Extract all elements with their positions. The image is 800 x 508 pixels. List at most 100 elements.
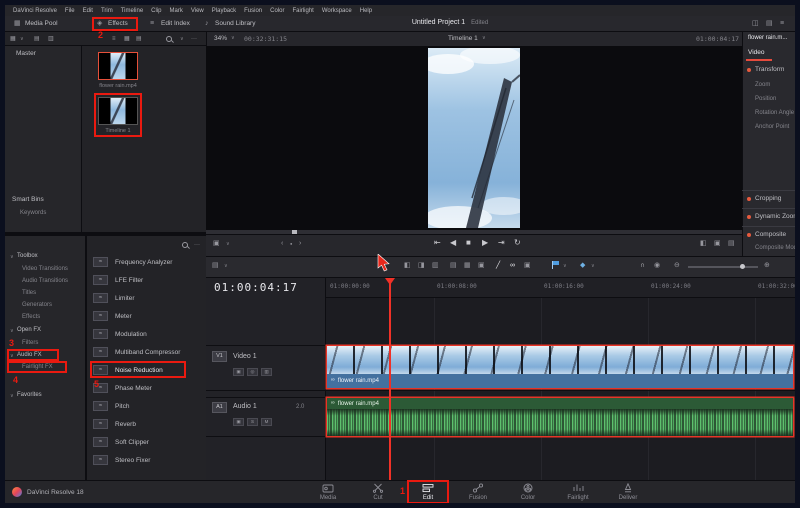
match-frame-icon[interactable]: ◧ — [700, 240, 707, 247]
viewer-options-icon[interactable]: ▤ — [728, 240, 735, 247]
zoom-out-icon[interactable]: ⊖ — [674, 262, 680, 269]
tree-favorites[interactable]: Favorites — [17, 392, 42, 398]
tree-audio-transitions[interactable]: Audio Transitions — [22, 278, 68, 284]
edit-index-button[interactable]: Edit Index — [161, 20, 190, 27]
menu-item-app[interactable]: DaVinci Resolve — [13, 8, 57, 14]
grab-still-icon[interactable]: ▣ — [714, 240, 721, 247]
chevron-down-icon[interactable]: ∨ — [10, 354, 14, 359]
trim-edit-mode-icon[interactable]: ◧ — [404, 262, 411, 269]
page-tab-color[interactable]: Color — [513, 483, 543, 501]
chevron-down-icon[interactable]: ∨ — [226, 242, 230, 247]
jog-left-icon[interactable]: ‹ — [281, 240, 283, 247]
playhead[interactable] — [389, 278, 391, 480]
tree-fairlight-fx[interactable]: Fairlight FX — [22, 364, 53, 370]
viewer-zoom-select[interactable]: 34% — [214, 35, 227, 42]
media-thumb-timeline-1[interactable] — [98, 97, 138, 125]
mixer-panel-icon[interactable]: ◫ — [752, 20, 759, 27]
timeline-zoom-slider[interactable] — [688, 266, 758, 268]
media-thumb-flower-rain[interactable] — [98, 52, 138, 80]
media-search-icon[interactable] — [166, 36, 172, 42]
tree-open-fx[interactable]: Open FX — [17, 327, 41, 333]
menu-item-fusion[interactable]: Fusion — [244, 8, 262, 14]
menu-item-color[interactable]: Color — [270, 8, 284, 14]
jump-start-button[interactable]: ⇤ — [434, 239, 441, 247]
track-name-audio-1[interactable]: Audio 1 — [233, 403, 257, 410]
snapping-icon[interactable]: ∩ — [640, 262, 645, 269]
strip-view-icon[interactable]: ▤ — [136, 36, 142, 42]
timeline-display-mode-icon[interactable]: ▣ — [213, 240, 220, 247]
replace-clip-icon[interactable]: ▣ — [478, 262, 485, 269]
flag-chevron-icon[interactable]: ∨ — [563, 264, 567, 269]
effects-search-icon[interactable] — [182, 242, 188, 248]
track-lock-icon[interactable]: ▣ — [233, 368, 244, 376]
video-clip-flower-rain[interactable]: ∞ flower rain.mp4 — [327, 346, 793, 388]
page-tab-fairlight[interactable]: Fairlight — [563, 483, 593, 501]
dynamic-zoom-enable-toggle[interactable] — [747, 215, 751, 219]
thumbnail-view-icon[interactable]: ▦ — [124, 36, 130, 42]
tree-video-transitions[interactable]: Video Transitions — [22, 266, 68, 272]
inspector-section-composite[interactable]: Composite — [755, 231, 786, 238]
jog-right-icon[interactable]: › — [299, 240, 301, 247]
flag-icon[interactable] — [552, 261, 560, 269]
media-thumb-label[interactable]: flower rain.mp4 — [92, 83, 144, 89]
mute-button[interactable]: M — [261, 418, 272, 426]
chevron-down-icon[interactable]: ∨ — [231, 36, 235, 41]
menu-item-mark[interactable]: Mark — [170, 8, 183, 14]
chevron-down-icon[interactable]: ∨ — [482, 36, 486, 41]
jump-end-button[interactable]: ⇥ — [498, 239, 505, 247]
viewer-timeline-select[interactable]: Timeline 1 — [448, 35, 478, 42]
marker-icon[interactable]: ◆ — [580, 262, 585, 269]
page-tab-deliver[interactable]: Deliver — [613, 483, 643, 501]
page-tab-fusion[interactable]: Fusion — [463, 483, 493, 501]
overwrite-clip-icon[interactable]: ▦ — [464, 262, 471, 269]
menu-item-view[interactable]: View — [191, 8, 204, 14]
bin-view-chevron-icon[interactable]: ∨ — [20, 37, 24, 42]
track-badge-v1[interactable]: V1 — [212, 351, 227, 362]
menu-item-file[interactable]: File — [65, 8, 75, 14]
link-clips-icon[interactable]: ∞ — [510, 262, 515, 269]
zoom-in-icon[interactable]: ⊕ — [764, 262, 770, 269]
composite-enable-toggle[interactable] — [747, 233, 751, 237]
create-bin-icon[interactable]: ▥ — [48, 36, 54, 42]
list-view-icon[interactable]: ≡ — [112, 36, 116, 42]
marker-chevron-icon[interactable]: ∨ — [591, 264, 595, 269]
audio-scrub-icon[interactable]: ◉ — [654, 262, 660, 269]
menu-item-trim[interactable]: Trim — [101, 8, 113, 14]
inspector-section-dynamic-zoom[interactable]: Dynamic Zoom — [755, 213, 799, 220]
timeline-view-options-icon[interactable]: ▤ — [212, 262, 219, 269]
auto-select-icon[interactable]: ◎ — [247, 368, 258, 376]
sound-library-button[interactable]: Sound Library — [215, 20, 255, 27]
effects-button[interactable]: Effects — [108, 20, 128, 27]
jog-dot-icon[interactable]: ● — [290, 242, 292, 246]
track-lock-icon[interactable]: ▣ — [233, 418, 244, 426]
inspector-panel-icon[interactable]: ≡ — [780, 20, 784, 27]
transform-enable-toggle[interactable] — [747, 68, 751, 72]
tree-generators[interactable]: Generators — [22, 302, 52, 308]
bin-view-icon[interactable]: ▦ — [10, 36, 16, 42]
page-tab-cut[interactable]: Cut — [363, 483, 393, 501]
razor-tool-icon[interactable]: ◨ — [418, 262, 425, 269]
chevron-down-icon[interactable]: ∨ — [10, 255, 14, 260]
metadata-panel-icon[interactable]: ▤ — [766, 20, 773, 27]
media-thumb-label[interactable]: Timeline 1 — [92, 128, 144, 134]
tree-audio-fx[interactable]: Audio FX — [17, 352, 42, 358]
chevron-down-icon[interactable]: ∨ — [10, 394, 14, 399]
stop-button[interactable]: ■ — [466, 239, 471, 247]
zoom-slider-handle[interactable] — [740, 264, 745, 269]
bin-master[interactable]: Master — [16, 50, 36, 57]
cropping-enable-toggle[interactable] — [747, 197, 751, 201]
page-tab-edit[interactable]: 1 Edit — [413, 483, 443, 501]
loop-button[interactable]: ↻ — [514, 239, 521, 247]
inspector-section-transform[interactable]: Transform — [755, 66, 784, 73]
effects-options-icon[interactable]: ··· — [194, 242, 200, 248]
track-badge-a1[interactable]: A1 — [212, 402, 227, 413]
page-tab-media[interactable]: Media — [313, 483, 343, 501]
menu-item-fairlight[interactable]: Fairlight — [292, 8, 313, 14]
dynamic-trim-icon[interactable]: ▥ — [432, 262, 439, 269]
media-search-chevron-icon[interactable]: ∨ — [180, 37, 184, 42]
pen-tool-icon[interactable]: ╱ — [496, 262, 500, 269]
menu-item-playback[interactable]: Playback — [212, 8, 236, 14]
menu-item-timeline[interactable]: Timeline — [121, 8, 143, 14]
tree-titles[interactable]: Titles — [22, 290, 36, 296]
tree-effects[interactable]: Effects — [22, 314, 40, 320]
